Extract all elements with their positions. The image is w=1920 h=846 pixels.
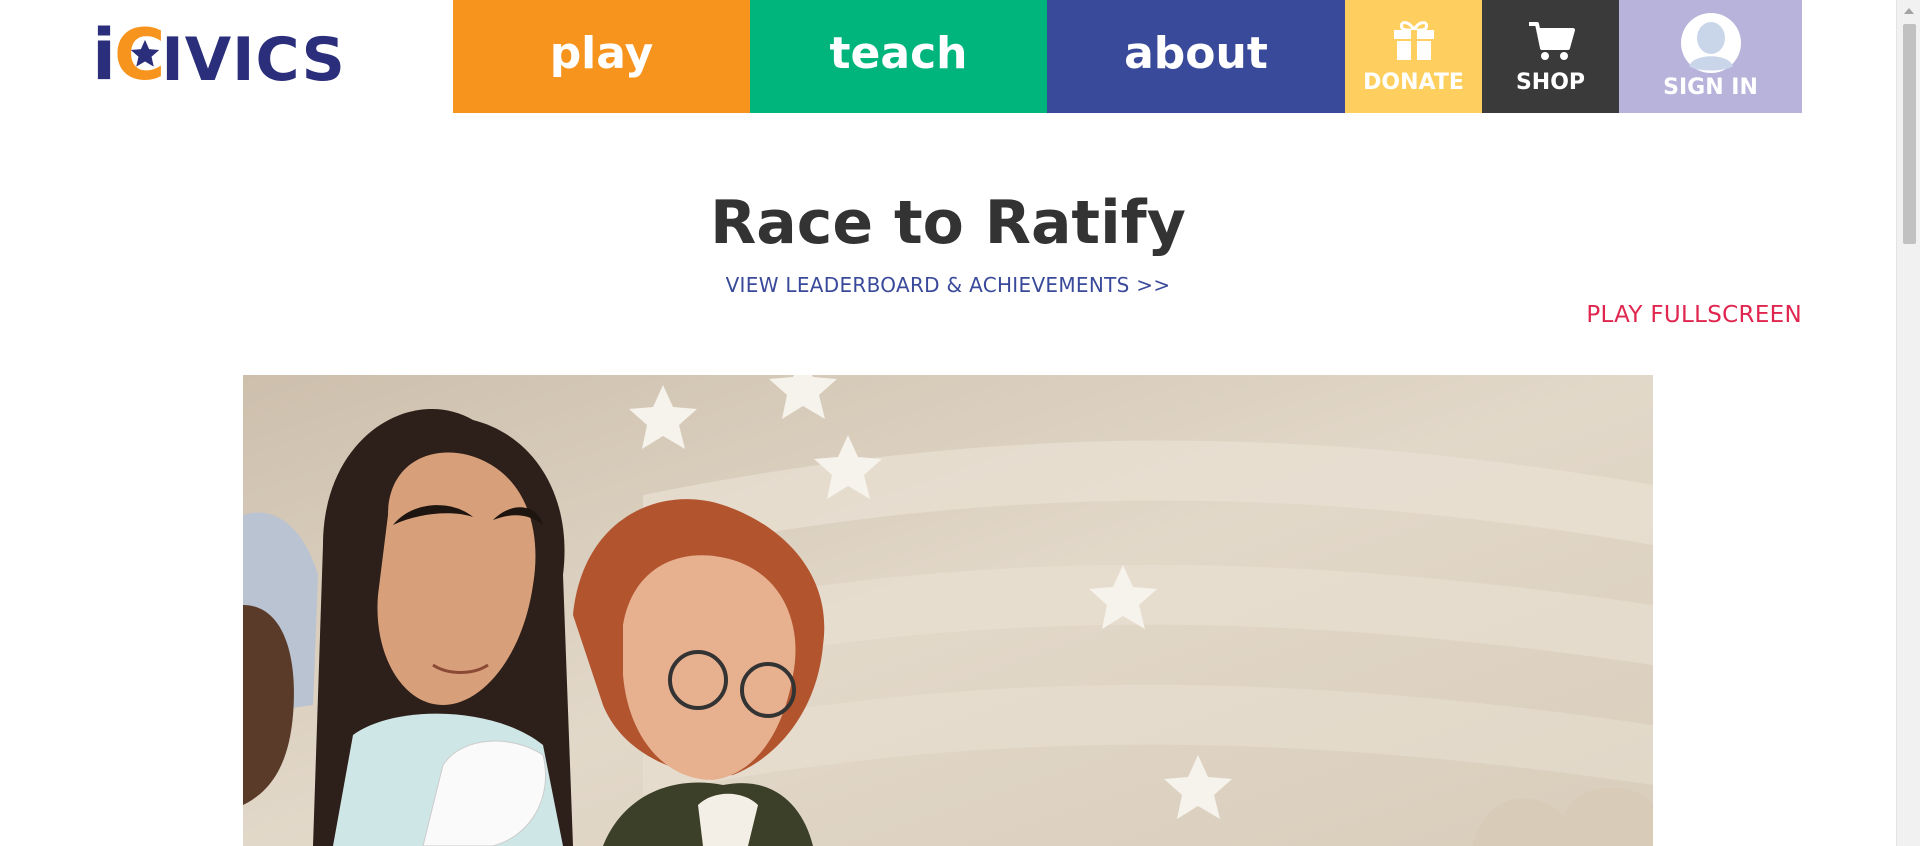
nav-about[interactable]: about bbox=[1047, 0, 1345, 113]
game-splash-illustration bbox=[243, 375, 1653, 846]
play-fullscreen-link[interactable]: PLAY FULLSCREEN bbox=[1586, 302, 1802, 328]
nav-donate-label: DONATE bbox=[1363, 70, 1464, 95]
scrollbar-thumb[interactable] bbox=[1903, 24, 1916, 244]
nav-donate[interactable]: DONATE bbox=[1345, 0, 1482, 113]
main-nav: play teach about DONATE SHOP SIGN IN bbox=[453, 0, 1802, 113]
icivics-logo[interactable]: i C IVICS bbox=[92, 14, 346, 96]
nav-teach-label: teach bbox=[829, 28, 968, 79]
logo-letter-c: C bbox=[114, 20, 165, 90]
nav-teach[interactable]: teach bbox=[750, 0, 1047, 113]
nav-signin-label: SIGN IN bbox=[1663, 75, 1758, 100]
nav-shop-label: SHOP bbox=[1515, 70, 1586, 95]
page-scrollbar[interactable] bbox=[1896, 0, 1920, 846]
star-icon bbox=[130, 39, 160, 67]
game-frame[interactable] bbox=[243, 375, 1653, 846]
nav-play-label: play bbox=[549, 28, 654, 79]
gift-icon bbox=[1391, 18, 1437, 62]
shopping-cart-icon bbox=[1527, 18, 1575, 62]
nav-shop[interactable]: SHOP bbox=[1482, 0, 1619, 113]
nav-play[interactable]: play bbox=[453, 0, 750, 113]
page-title: Race to Ratify bbox=[710, 188, 1186, 258]
logo-text-rest: IVICS bbox=[161, 25, 346, 95]
nav-signin[interactable]: SIGN IN bbox=[1619, 0, 1802, 113]
scroll-up-arrow-icon[interactable] bbox=[1897, 0, 1920, 22]
leaderboard-link[interactable]: VIEW LEADERBOARD & ACHIEVEMENTS >> bbox=[0, 273, 1896, 297]
user-avatar-icon bbox=[1680, 13, 1742, 73]
nav-about-label: about bbox=[1124, 28, 1268, 79]
logo-letter-i: i bbox=[92, 14, 116, 96]
